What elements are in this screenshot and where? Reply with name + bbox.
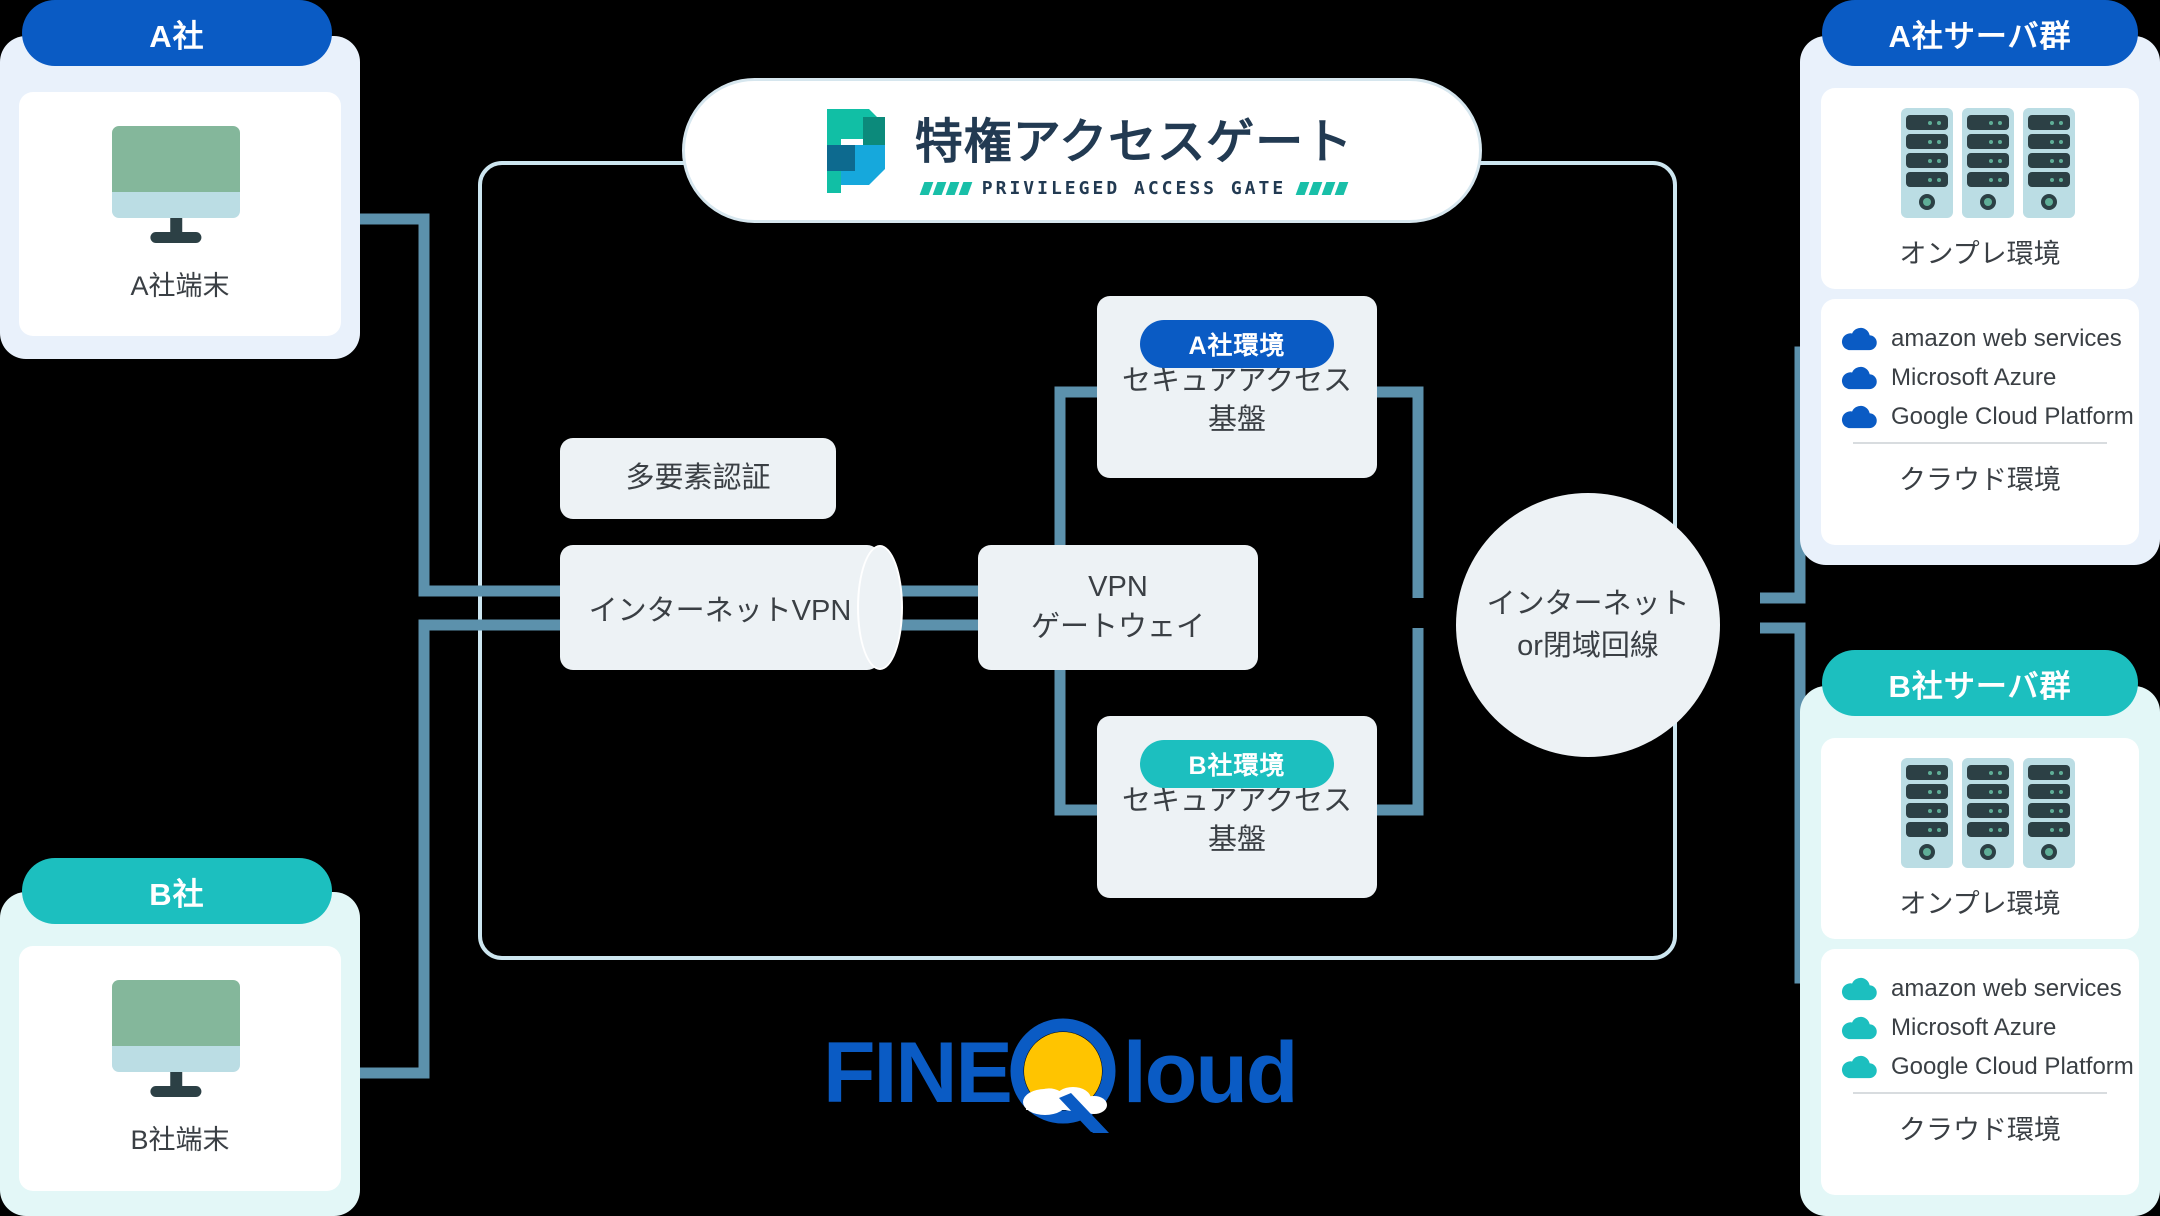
cloud-icon: [1841, 327, 1877, 351]
client-card-b: B社端末: [19, 946, 341, 1191]
client-badge-b: B社: [22, 858, 332, 924]
client-device-label-b: B社端末: [130, 1125, 230, 1155]
rack-power-led: [1980, 194, 1996, 210]
internet-or-private-line-circle: インターネット or閉域回線: [1456, 493, 1720, 757]
server-rack: [1962, 108, 2014, 218]
onprem-card-a: オンプレ環境: [1821, 88, 2139, 289]
cloud-label-a: クラウド環境: [1899, 465, 2061, 495]
server-group-badge-a: A社サーバ群: [1822, 0, 2138, 66]
env-badge-b: B社環境: [1140, 740, 1334, 788]
monitor-base: [150, 1086, 202, 1097]
internet-circle-line1: インターネット: [1486, 587, 1690, 620]
server-rack: [2023, 108, 2075, 218]
vpn-gateway-label-2: ゲートウェイ: [1030, 610, 1205, 643]
monitor-screen: [112, 980, 240, 1073]
cloud-icon: [1841, 1055, 1877, 1079]
monitor-screen: [112, 126, 240, 219]
gate-subtitle: PRIVILEGED ACCESS GATE: [981, 178, 1287, 199]
cloud-provider-name: amazon web services: [1891, 325, 2122, 352]
line-a-client-to-vpn: [358, 213, 566, 597]
mfa-label: 多要素認証: [625, 461, 771, 494]
cloud-provider-name: Microsoft Azure: [1891, 364, 2057, 391]
cloud-provider-name: Google Cloud Platform: [1891, 403, 2134, 430]
rack-power-led: [1919, 194, 1935, 210]
cloud-label-b: クラウド環境: [1899, 1115, 2061, 1145]
client-card-a: A社端末: [19, 92, 341, 336]
cloud-icon: [1841, 366, 1877, 390]
vpn-gateway-box: VPN ゲートウェイ: [978, 545, 1258, 670]
cloud-icon: [1841, 977, 1877, 1001]
slash-decoration-right: [1295, 182, 1349, 195]
rack-power-led: [2041, 194, 2057, 210]
server-rack: [1962, 758, 2014, 868]
onprem-label-a: オンプレ環境: [1899, 239, 2061, 269]
cloud-icon: [1841, 405, 1877, 429]
line-env-a-to-internet: [1375, 386, 1424, 598]
cloud-provider-name: Microsoft Azure: [1891, 1014, 2057, 1041]
secure-access-b-line2: 基盤: [1207, 824, 1266, 857]
secure-access-a-line2: 基盤: [1207, 404, 1266, 437]
cloud-provider-row: Microsoft Azure: [1839, 364, 2121, 392]
cloud-provider-row: Google Cloud Platform: [1839, 403, 2134, 431]
rack-power-led: [2041, 844, 2057, 860]
diagram-canvas: A社端末 A社 B社端末 B社 特権アクセスゲート PRIVILEGED ACC…: [0, 0, 2160, 1216]
cloud-card-b: amazon web services Microsoft Azure Goog…: [1821, 949, 2139, 1195]
cloud-provider-name: Google Cloud Platform: [1891, 1053, 2134, 1080]
cloud-provider-row: amazon web services: [1839, 975, 2122, 1003]
cloud-provider-row: Microsoft Azure: [1839, 1014, 2121, 1042]
server-rack-icon: [1901, 108, 2075, 218]
rack-power-led: [1919, 844, 1935, 860]
internet-circle-line2: or閉域回線: [1517, 630, 1659, 662]
card-divider: [1853, 1092, 2107, 1094]
gate-title: 特権アクセスゲート: [914, 116, 1354, 169]
server-rack: [1901, 108, 1953, 218]
privileged-access-gate-header: 特権アクセスゲート PRIVILEGED ACCESS GATE: [682, 78, 1482, 223]
env-badge-a: A社環境: [1140, 320, 1334, 368]
client-device-label-a: A社端末: [130, 271, 230, 301]
server-rack: [1901, 758, 1953, 868]
onprem-card-b: オンプレ環境: [1821, 738, 2139, 939]
client-badge-a: A社: [22, 0, 332, 66]
cloud-provider-name: amazon web services: [1891, 975, 2122, 1002]
line-b-client-to-vpn: [358, 619, 566, 1079]
rack-power-led: [1980, 844, 1996, 860]
sun-cloud-q-icon: [1010, 1018, 1116, 1133]
cloud-provider-row: Google Cloud Platform: [1839, 1053, 2134, 1081]
cloud-icon: [1841, 1016, 1877, 1040]
vpn-gateway-label-1: VPN: [1088, 571, 1148, 604]
card-divider: [1853, 442, 2107, 444]
server-rack: [2023, 758, 2075, 868]
mfa-box: 多要素認証: [560, 438, 836, 519]
monitor-base: [150, 232, 202, 243]
onprem-label-b: オンプレ環境: [1899, 889, 2061, 919]
desktop-monitor-icon: [112, 126, 240, 244]
fineqloud-text-right: loud: [1122, 1025, 1298, 1121]
server-rack-icon: [1901, 758, 2075, 868]
fineqloud-text-left: FINE: [823, 1025, 1013, 1121]
fineqloud-logo: FINE loud: [823, 1018, 1298, 1133]
p-block-logo-icon: [826, 108, 885, 193]
cloud-provider-row: amazon web services: [1839, 325, 2122, 353]
line-env-b-to-internet: [1375, 628, 1424, 816]
desktop-monitor-icon: [112, 980, 240, 1098]
tunnel-end-cap: [857, 545, 903, 670]
internet-vpn-label: インターネットVPN: [588, 594, 852, 627]
server-group-badge-b: B社サーバ群: [1822, 650, 2138, 716]
internet-vpn-tunnel: インターネットVPN: [560, 545, 903, 670]
slash-decoration-left: [919, 182, 973, 195]
cloud-card-a: amazon web services Microsoft Azure Goog…: [1821, 299, 2139, 545]
